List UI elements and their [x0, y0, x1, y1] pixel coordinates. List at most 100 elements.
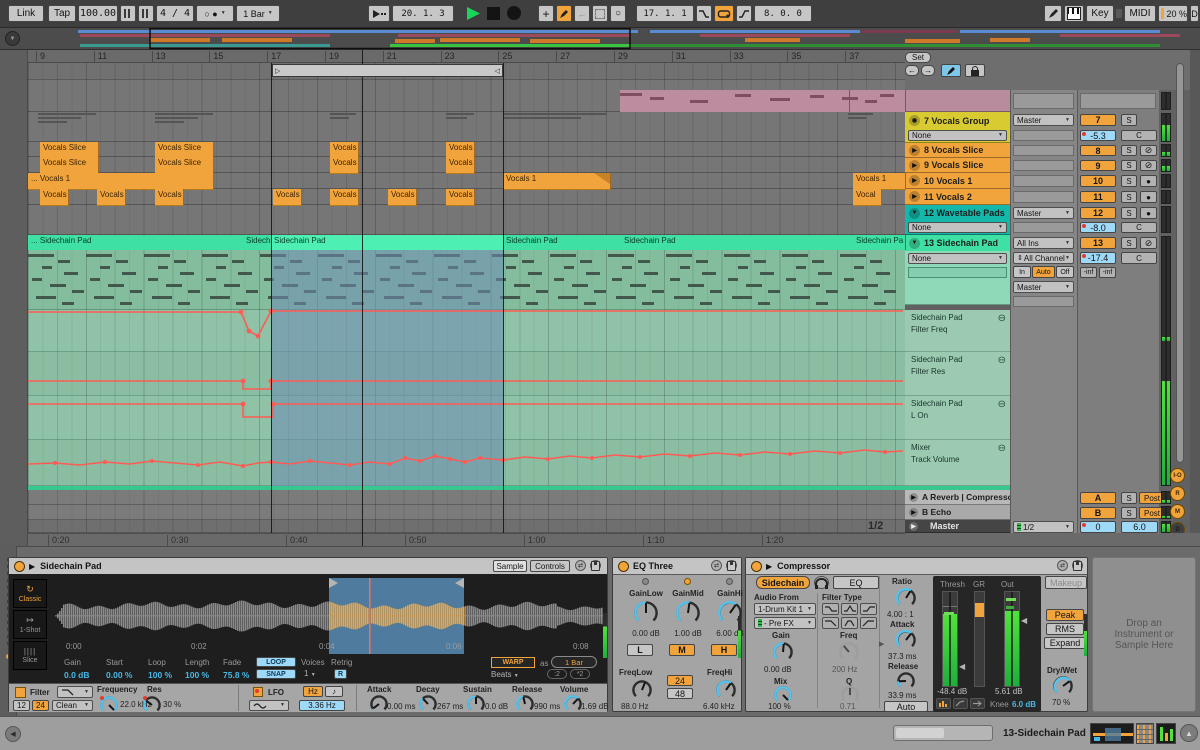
threshold-meter[interactable]: [942, 591, 958, 687]
loop-start-field[interactable]: 17. 1. 1: [636, 5, 694, 22]
volume-field-12[interactable]: -8.0: [1080, 222, 1116, 233]
output-meter[interactable]: [1004, 591, 1020, 687]
master-volume-field[interactable]: 0: [1080, 521, 1116, 533]
device-chain-thumbnail-eq[interactable]: [1136, 723, 1154, 744]
knee-value[interactable]: 6.0 dB: [1012, 700, 1036, 709]
solo-button-13[interactable]: S: [1121, 237, 1137, 249]
solo-button-7[interactable]: S: [1121, 114, 1137, 126]
ratio-knob[interactable]: [895, 587, 917, 609]
sidechain-toggle[interactable]: Sidechain: [756, 576, 810, 589]
double-tempo-button[interactable]: *2: [570, 669, 590, 679]
filter-lowpass-button[interactable]: [822, 617, 839, 629]
arrangement-position-field[interactable]: 20. 1. 3: [392, 5, 454, 22]
return-a-letter[interactable]: A: [1080, 492, 1116, 504]
meter-peak-right[interactable]: -inf: [1099, 267, 1116, 278]
filter-highshelf-button[interactable]: [860, 603, 877, 615]
solo-button-12[interactable]: S: [1121, 207, 1137, 219]
save-preset-icon[interactable]: [590, 560, 601, 571]
monitor-off-button[interactable]: Off: [1056, 266, 1074, 278]
lane-header-track-volume[interactable]: MixerTrack Volume⊖: [905, 440, 1010, 486]
release-value[interactable]: 990 ms: [534, 702, 560, 711]
filter-lowshelf-button[interactable]: [822, 603, 839, 615]
output-gain-arrow-icon[interactable]: ◀: [1021, 616, 1027, 625]
warp-mode-select[interactable]: Beats ▼: [491, 670, 519, 679]
sc-q-value[interactable]: 0.71: [840, 702, 856, 711]
pan-field-13[interactable]: C: [1121, 252, 1157, 264]
time-signature-field[interactable]: 4 / 4: [156, 5, 194, 22]
auto-release-button[interactable]: Auto: [884, 701, 928, 712]
volume-knob[interactable]: [563, 694, 583, 714]
unfold-icon[interactable]: ▶: [909, 160, 920, 171]
loop-toggle[interactable]: LOOP: [256, 657, 296, 667]
half-tempo-button[interactable]: :2: [547, 669, 567, 679]
sc-freq-knob[interactable]: [838, 641, 860, 663]
track-header-sidechain[interactable]: ▼13 Sidechain Pad: [905, 235, 1010, 251]
decay-value[interactable]: 267 ms: [437, 702, 463, 711]
track-header-midi[interactable]: [905, 90, 1010, 112]
hot-swap-icon[interactable]: ⇄: [1057, 560, 1068, 571]
freq-low-knob[interactable]: [631, 679, 653, 701]
capture-midi-button[interactable]: [592, 5, 608, 22]
decay-knob[interactable]: [418, 694, 438, 714]
overdub-button[interactable]: +: [538, 5, 554, 22]
volume-field-7[interactable]: -5.3: [1080, 130, 1116, 141]
draw-automation-button[interactable]: [941, 64, 961, 77]
solo-button-11[interactable]: S: [1121, 191, 1137, 203]
loop-button[interactable]: [714, 5, 734, 22]
punch-in-button[interactable]: [696, 5, 712, 22]
device-on-led[interactable]: [618, 561, 629, 572]
output-select-wavetable[interactable]: Master▼: [1013, 207, 1074, 219]
remove-lane-icon[interactable]: ⊖: [998, 399, 1006, 410]
arm-button-11[interactable]: ●: [1140, 191, 1157, 203]
input-select-sidechain[interactable]: All Ins▼: [1013, 237, 1074, 249]
sidechain-tap-select[interactable]: - Pre FX▼: [754, 617, 816, 629]
fade-value[interactable]: 75.8 %: [223, 670, 249, 680]
lfo-hz-button[interactable]: Hz: [303, 686, 323, 697]
sc-gain-value[interactable]: 0.00 dB: [764, 665, 792, 674]
track-number-11[interactable]: 11: [1080, 191, 1116, 203]
track-header-wavetable[interactable]: ▼12 Wavetable Pads: [905, 205, 1010, 221]
arm-button-12[interactable]: ●: [1140, 207, 1157, 219]
nudge-down-button[interactable]: [120, 5, 136, 22]
unfold-icon[interactable]: ▶: [909, 191, 920, 202]
retrig-button[interactable]: R: [334, 669, 347, 679]
unfold-icon[interactable]: ▶: [909, 493, 918, 502]
band-h-button[interactable]: H: [711, 644, 737, 656]
lane-header-filter-res[interactable]: Sidechain PadFilter Res⊖: [905, 352, 1010, 396]
lfo-enable-led[interactable]: [253, 687, 263, 697]
solo-button-8[interactable]: S: [1121, 145, 1137, 156]
fold-down-icon[interactable]: ▼: [909, 238, 920, 249]
release-knob[interactable]: [515, 694, 535, 714]
prev-locator-button[interactable]: ←: [905, 65, 919, 76]
remove-lane-icon[interactable]: ⊖: [998, 313, 1006, 324]
gain-mid-knob[interactable]: [675, 600, 701, 626]
arm-button-13[interactable]: ⊘: [1140, 237, 1157, 249]
master-output-select[interactable]: 1/2▼: [1013, 521, 1074, 533]
length-value[interactable]: 100 %: [185, 670, 209, 680]
nudge-up-button[interactable]: [138, 5, 154, 22]
freq-low-value[interactable]: 88.0 Hz: [621, 702, 649, 711]
slope-12-button[interactable]: 12: [13, 700, 30, 711]
save-preset-icon[interactable]: [726, 560, 737, 571]
threshold-arrow-icon[interactable]: ◀: [959, 662, 965, 671]
freq-hi-knob[interactable]: [715, 679, 737, 701]
draw-mode-button[interactable]: [1044, 5, 1062, 22]
hot-swap-icon[interactable]: ⇄: [711, 560, 722, 571]
tab-controls[interactable]: Controls: [530, 560, 570, 572]
comp-release-knob[interactable]: [896, 671, 916, 691]
show-hide-chain-button[interactable]: ◀: [5, 726, 21, 742]
record-button[interactable]: [507, 6, 521, 20]
tap-button[interactable]: Tap: [48, 5, 76, 22]
sc-freq-value[interactable]: 200 Hz: [832, 665, 857, 674]
solo-button-10[interactable]: S: [1121, 175, 1137, 187]
sc-gain-knob[interactable]: [772, 641, 794, 663]
device-drop-zone[interactable]: Drop an Instrument or Sample Here: [1092, 557, 1196, 712]
fold-down-icon[interactable]: ▼: [909, 208, 920, 219]
filter-res-knob[interactable]: [142, 695, 162, 715]
filter-res-value[interactable]: 30 %: [163, 700, 181, 709]
filter-enable-checkbox[interactable]: [15, 687, 26, 698]
lfo-sync-button[interactable]: ♪: [325, 686, 343, 697]
track-header-vocals-2[interactable]: ▶11 Vocals 2: [905, 189, 1010, 205]
makeup-toggle[interactable]: Makeup: [1045, 576, 1087, 589]
track-header-vocals-slice-2[interactable]: ▶9 Vocals Slice: [905, 158, 1010, 173]
